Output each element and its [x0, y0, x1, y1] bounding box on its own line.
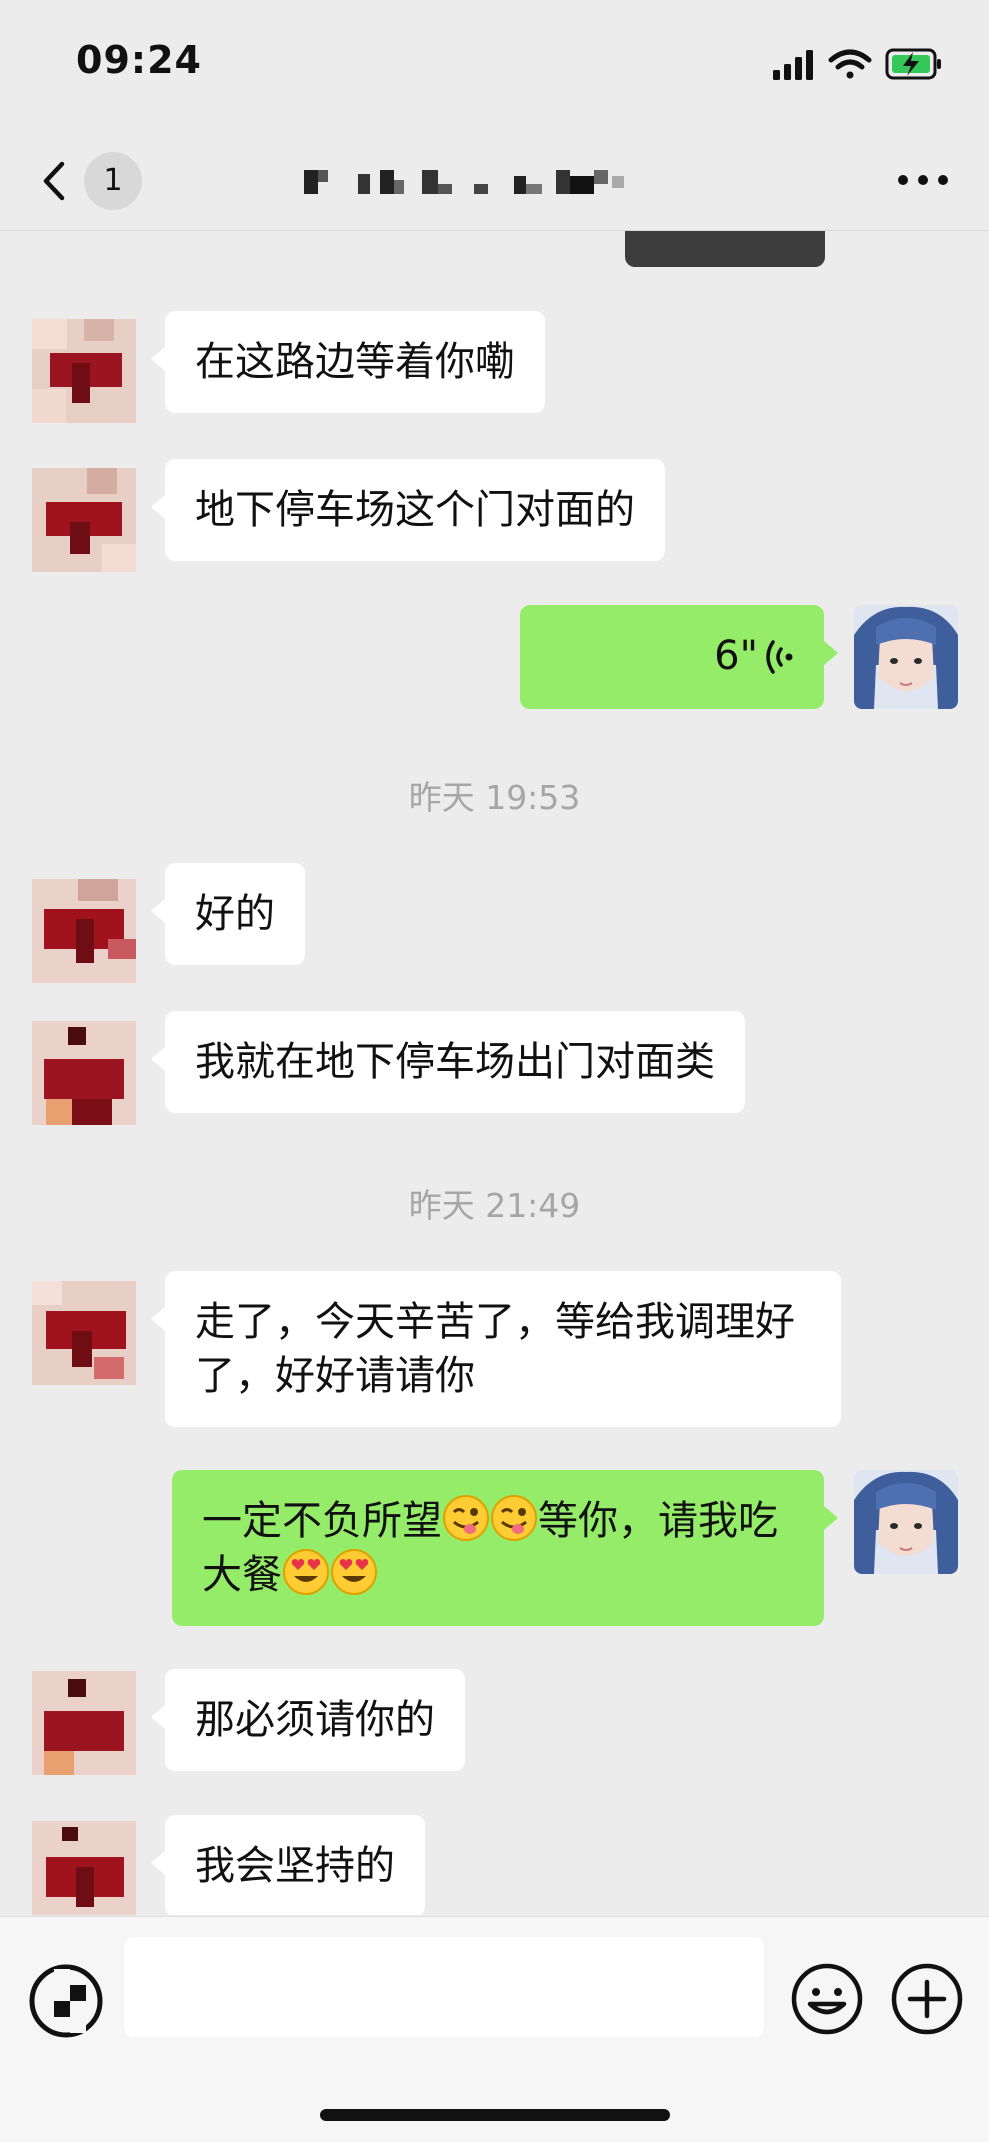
incoming-message[interactable]: 地下停车场这个门对面的: [151, 459, 665, 561]
status-icons: [773, 48, 941, 80]
home-indicator: [320, 2109, 670, 2121]
time-divider: 昨天 21:49: [408, 1186, 581, 1225]
incoming-message[interactable]: 走了，今天辛苦了，等给我调理好了，好好请请你: [151, 1271, 841, 1427]
heart-eyes-emoji-icon: [283, 1549, 329, 1595]
image-message-fragment[interactable]: [625, 231, 825, 267]
input-bar: [0, 1916, 989, 2142]
wink-tongue-emoji-icon: [491, 1495, 537, 1541]
plus-button-icon[interactable]: [890, 1962, 964, 2036]
battery-icon: [885, 48, 941, 80]
chat-title-pixelated: [304, 170, 624, 194]
contact-avatar[interactable]: [32, 1821, 136, 1915]
more-options-icon[interactable]: [895, 168, 951, 192]
contact-avatar[interactable]: [32, 1671, 136, 1775]
chat-header: 1: [0, 130, 989, 231]
contact-avatar[interactable]: [32, 1281, 136, 1385]
contact-avatar[interactable]: [32, 879, 136, 983]
message-list[interactable]: 在这路边等着你嘞 地下停车场这个门对面的 6" 昨天 19:53 好的 我就在地…: [0, 231, 989, 1915]
outgoing-text-part: 一定不负所望: [202, 1498, 442, 1544]
my-avatar[interactable]: [854, 605, 958, 709]
incoming-message[interactable]: 在这路边等着你嘞: [151, 311, 545, 413]
incoming-message[interactable]: 那必须请你的: [151, 1669, 465, 1771]
status-time: 09:24: [76, 38, 202, 82]
incoming-message[interactable]: 好的: [151, 863, 305, 965]
my-avatar[interactable]: [854, 1470, 958, 1574]
voice-wave-icon: [766, 640, 793, 674]
unread-count-badge: 1: [84, 152, 142, 210]
contact-avatar[interactable]: [32, 468, 136, 572]
emoji-button-icon[interactable]: [790, 1962, 864, 2036]
signal-icon: [773, 50, 813, 80]
incoming-message[interactable]: 我就在地下停车场出门对面类: [151, 1011, 745, 1113]
outgoing-message[interactable]: 一定不负所望 等你，请我吃大餐: [172, 1470, 838, 1626]
heart-eyes-emoji-icon: [331, 1549, 377, 1595]
back-chevron-icon: [43, 161, 65, 201]
incoming-message[interactable]: 我会坚持的: [151, 1815, 425, 1915]
wink-tongue-emoji-icon: [443, 1495, 489, 1541]
voice-message[interactable]: 6": [520, 605, 838, 709]
contact-avatar[interactable]: [32, 319, 136, 423]
wifi-icon: [828, 49, 872, 79]
time-divider: 昨天 19:53: [408, 778, 581, 817]
status-bar: 09:24: [0, 0, 989, 130]
voice-toggle-icon[interactable]: [26, 1961, 106, 2041]
contact-avatar[interactable]: [32, 1021, 136, 1125]
message-input[interactable]: [124, 1937, 764, 2037]
voice-duration: 6": [714, 633, 758, 679]
back-button[interactable]: 1: [38, 152, 168, 210]
